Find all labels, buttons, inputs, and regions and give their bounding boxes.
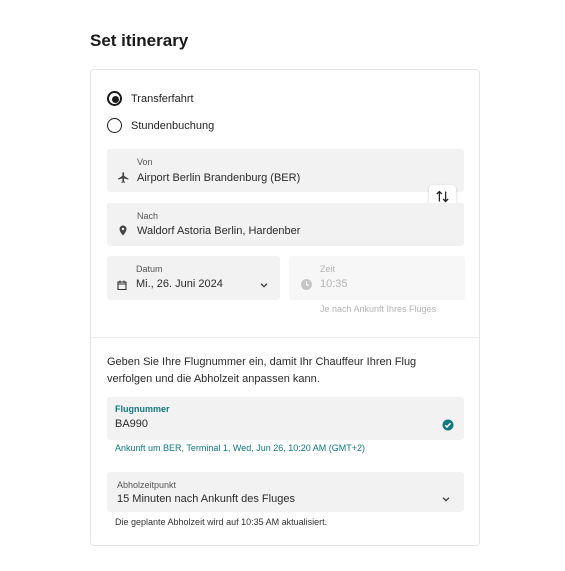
flight-number-value[interactable]: BA990 (115, 418, 148, 430)
time-field: Zeit 10:35 (289, 256, 465, 300)
to-field[interactable]: Nach Waldorf Astoria Berlin, Hardenber (107, 203, 464, 246)
time-value: 10:35 (320, 278, 348, 290)
itinerary-card: Transferfahrt Stundenbuchung Von Airport… (90, 69, 480, 546)
calendar-icon (115, 278, 129, 292)
pickup-time-select[interactable]: Abholzeitpunkt 15 Minuten nach Ankunft d… (107, 472, 464, 512)
page-title: Set itinerary (90, 31, 189, 50)
chevron-down-icon (439, 492, 453, 506)
time-label: Zeit (320, 264, 336, 274)
date-field[interactable]: Datum Mi., 26. Juni 2024 (107, 256, 280, 300)
pickup-value: 15 Minuten nach Ankunft des Fluges (117, 493, 295, 505)
from-field[interactable]: Von Airport Berlin Brandenburg (BER) (107, 149, 464, 192)
flight-number-field[interactable]: Flugnummer BA990 (107, 397, 464, 440)
radio-label-transferfahrt: Transferfahrt (131, 92, 194, 105)
radio-transferfahrt[interactable]: Transferfahrt (107, 91, 194, 106)
pickup-label: Abholzeitpunkt (117, 480, 177, 490)
flight-number-label: Flugnummer (115, 404, 170, 414)
from-value: Airport Berlin Brandenburg (BER) (137, 172, 301, 184)
location-pin-icon (116, 223, 130, 237)
section-divider (91, 337, 479, 338)
radio-button-unchecked[interactable] (107, 118, 122, 133)
to-value: Waldorf Astoria Berlin, Hardenber (137, 225, 301, 237)
from-label: Von (137, 157, 153, 167)
date-label: Datum (136, 264, 163, 274)
pickup-note: Die geplante Abholzeit wird auf 10:35 AM… (115, 517, 328, 527)
clock-icon (299, 277, 313, 291)
radio-label-stundenbuchung: Stundenbuchung (131, 119, 215, 132)
check-circle-icon (441, 418, 455, 432)
radio-button-checked[interactable] (107, 91, 122, 106)
flight-info-text: Geben Sie Ihre Flugnummer ein, damit Ihr… (107, 356, 417, 385)
time-hint: Je nach Ankunft Ihres Fluges (320, 304, 437, 314)
date-value: Mi., 26. Juni 2024 (136, 278, 223, 290)
to-label: Nach (137, 211, 159, 221)
flight-arrival-info: Ankunft um BER, Terminal 1, Wed, Jun 26,… (115, 443, 366, 453)
chevron-down-icon (257, 278, 271, 292)
radio-stundenbuchung[interactable]: Stundenbuchung (107, 118, 214, 133)
airplane-icon (116, 170, 130, 184)
